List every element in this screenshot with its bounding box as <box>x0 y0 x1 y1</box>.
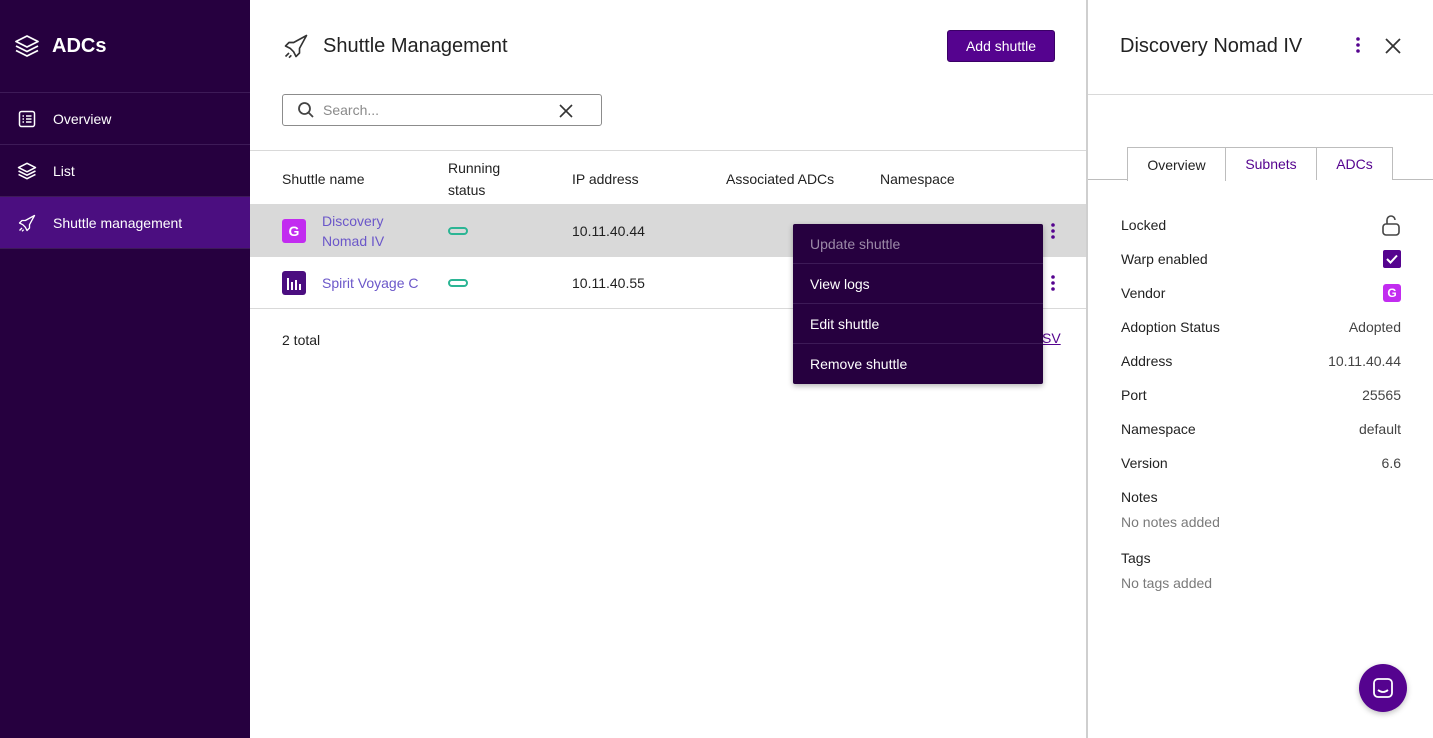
chat-launcher-button[interactable] <box>1359 664 1407 712</box>
column-header-namespace[interactable]: Namespace <box>880 151 955 206</box>
sidebar-item-list[interactable]: List <box>0 145 250 197</box>
tab-adcs[interactable]: ADCs <box>1316 147 1393 180</box>
tab-subnets[interactable]: Subnets <box>1225 147 1317 180</box>
prop-label: Locked <box>1121 217 1167 233</box>
prop-address: Address 10.11.40.44 <box>1121 351 1401 371</box>
sidebar-item-overview[interactable]: Overview <box>0 93 250 145</box>
page-title: Shuttle Management <box>323 35 508 57</box>
shuttle-name-line: Nomad IV <box>322 233 385 249</box>
search-input[interactable] <box>323 102 543 118</box>
prop-value: 25565 <box>1362 387 1401 403</box>
row-actions-kebab-icon[interactable] <box>1048 221 1058 241</box>
prop-value: Adopted <box>1348 319 1401 335</box>
prop-label: Vendor <box>1121 285 1166 301</box>
prop-label: Warp enabled <box>1121 251 1208 267</box>
panel-tabs: Overview Subnets ADCs <box>1088 147 1433 181</box>
menu-item-edit-shuttle[interactable]: Edit shuttle <box>793 304 1043 344</box>
vendor-badge: G <box>1383 284 1401 302</box>
prop-locked: Locked <box>1121 214 1401 236</box>
menu-item-view-logs[interactable]: View logs <box>793 264 1043 304</box>
sidebar-item-label: Overview <box>53 110 112 127</box>
list-alt-icon <box>17 109 37 129</box>
prop-value: 6.6 <box>1381 455 1401 471</box>
shuttle-name-link[interactable]: Discovery Nomad IV <box>322 205 384 257</box>
close-icon[interactable] <box>1384 37 1404 57</box>
prop-port: Port 25565 <box>1121 385 1401 405</box>
row-context-menu: Update shuttle View logs Edit shuttle Re… <box>793 224 1043 384</box>
rocket-icon <box>282 32 310 60</box>
ip-address-cell: 10.11.40.55 <box>572 275 645 291</box>
prop-label: Version <box>1121 455 1168 471</box>
brand: ADCs <box>0 0 250 93</box>
sidebar-item-label: Shuttle management <box>53 214 183 231</box>
brand-title: ADCs <box>52 34 107 57</box>
prop-label: Namespace <box>1121 421 1196 437</box>
column-header-shuttle-name[interactable]: Shuttle name <box>282 151 365 206</box>
running-status-indicator <box>448 227 468 235</box>
prop-value: 10.11.40.44 <box>1328 353 1401 369</box>
prop-label: Port <box>1121 387 1147 403</box>
notes-label: Notes <box>1121 489 1158 505</box>
tags-value: No tags added <box>1121 575 1213 591</box>
add-shuttle-button[interactable]: Add shuttle <box>947 30 1055 62</box>
notes-value: No notes added <box>1121 514 1220 530</box>
shuttle-name-link[interactable]: Spirit Voyage C <box>322 273 419 293</box>
menu-item-remove-shuttle[interactable]: Remove shuttle <box>793 344 1043 384</box>
bar-chart-icon <box>282 271 306 295</box>
total-count: 2 total <box>282 332 321 348</box>
sidebar-item-shuttle-management[interactable]: Shuttle management <box>0 197 250 249</box>
row-actions-kebab-icon[interactable] <box>1048 273 1058 293</box>
export-csv-link[interactable]: SV <box>1042 330 1061 346</box>
rocket-icon <box>17 213 37 233</box>
column-header-associated-adcs[interactable]: Associated ADCs <box>726 151 834 206</box>
unlock-icon <box>1381 214 1401 236</box>
menu-item-update-shuttle: Update shuttle <box>793 224 1043 264</box>
detail-panel: Discovery Nomad IV Overview Subnets ADCs… <box>1086 0 1433 738</box>
tags-label: Tags <box>1121 550 1151 566</box>
layers-icon <box>14 33 40 59</box>
shuttle-name-line: Discovery <box>322 213 384 229</box>
prop-value: default <box>1358 421 1401 437</box>
prop-warp-enabled: Warp enabled <box>1121 249 1401 269</box>
prop-vendor: Vendor G <box>1121 283 1401 303</box>
layers-icon <box>17 161 37 181</box>
column-header-ip-address[interactable]: IP address <box>572 151 639 206</box>
running-status-indicator <box>448 279 468 287</box>
warp-enabled-checkbox[interactable] <box>1383 250 1401 268</box>
vendor-badge: G <box>282 219 306 243</box>
ip-address-cell: 10.11.40.44 <box>572 223 645 239</box>
sidebar-item-label: List <box>53 162 75 179</box>
column-header-running-status[interactable]: Running status <box>448 151 538 206</box>
table-header: Shuttle name Running status IP address A… <box>250 150 1086 205</box>
search-box <box>282 94 602 126</box>
prop-adoption-status: Adoption Status Adopted <box>1121 317 1401 337</box>
panel-title: Discovery Nomad IV <box>1120 35 1303 57</box>
page-header: Shuttle Management Add shuttle <box>250 0 1086 93</box>
prop-label: Address <box>1121 353 1173 369</box>
panel-kebab-icon[interactable] <box>1356 37 1366 57</box>
clear-search-icon[interactable] <box>557 102 575 120</box>
panel-header: Discovery Nomad IV <box>1088 0 1433 95</box>
search-icon <box>297 101 315 119</box>
prop-namespace: Namespace default <box>1121 419 1401 439</box>
prop-label: Adoption Status <box>1121 319 1220 335</box>
sidebar: ADCs Overview List Shuttle management <box>0 0 250 738</box>
tab-overview[interactable]: Overview <box>1127 147 1226 181</box>
prop-version: Version 6.6 <box>1121 453 1401 473</box>
chat-icon <box>1371 676 1395 700</box>
